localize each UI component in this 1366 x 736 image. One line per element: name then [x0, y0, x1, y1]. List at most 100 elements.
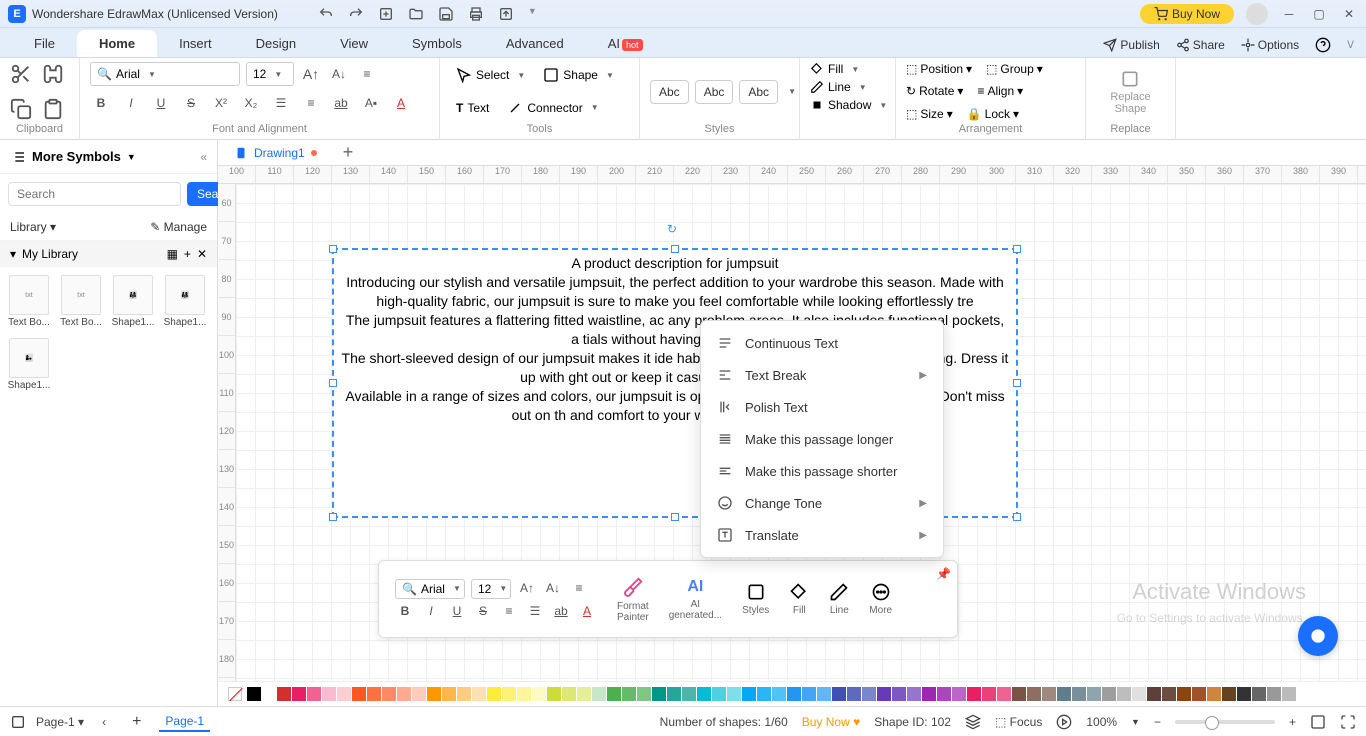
- my-library-header[interactable]: ▾ My Library ▦ + ✕: [0, 241, 217, 267]
- line-button[interactable]: Line▼: [810, 80, 867, 94]
- open-icon[interactable]: [408, 6, 424, 22]
- focus-button[interactable]: ⬚ Focus: [995, 715, 1042, 729]
- color-swatch[interactable]: [1162, 687, 1176, 701]
- more-symbols-label[interactable]: More Symbols: [32, 149, 121, 164]
- color-swatch[interactable]: [502, 687, 516, 701]
- color-swatch[interactable]: [247, 687, 261, 701]
- color-swatch[interactable]: [1102, 687, 1116, 701]
- play-icon[interactable]: [1056, 714, 1072, 730]
- color-swatch[interactable]: [367, 687, 381, 701]
- style-preset-3[interactable]: Abc: [739, 80, 778, 104]
- color-swatch[interactable]: [697, 687, 711, 701]
- color-swatch[interactable]: [352, 687, 366, 701]
- buy-now-button[interactable]: Buy Now: [1140, 4, 1234, 24]
- color-swatch[interactable]: [712, 687, 726, 701]
- replace-shape-button[interactable]: Replace Shape: [1102, 65, 1158, 119]
- fill-button[interactable]: Fill▼: [810, 62, 859, 76]
- shape-thumb[interactable]: 👨‍👩‍👧Shape1...: [164, 275, 206, 328]
- resize-handle[interactable]: [1013, 513, 1021, 521]
- cm-polish-text[interactable]: Polish Text: [701, 391, 943, 423]
- ft-strike-icon[interactable]: S: [473, 602, 493, 620]
- font-name-select[interactable]: 🔍Arial▼: [90, 62, 240, 86]
- color-swatch[interactable]: [847, 687, 861, 701]
- resize-handle[interactable]: [671, 245, 679, 253]
- undo-icon[interactable]: [318, 6, 334, 22]
- ft-fontcolor-icon[interactable]: A: [577, 602, 597, 620]
- avatar[interactable]: [1246, 3, 1268, 25]
- color-swatch[interactable]: [652, 687, 666, 701]
- ft-bullist-icon[interactable]: ☰: [525, 602, 545, 620]
- lib-view-icon[interactable]: ▦: [167, 247, 178, 261]
- style-preset-2[interactable]: Abc: [695, 80, 734, 104]
- ft-more[interactable]: More: [863, 582, 898, 616]
- chat-bubble-button[interactable]: [1298, 616, 1338, 656]
- resize-handle[interactable]: [329, 379, 337, 387]
- cm-longer[interactable]: Make this passage longer: [701, 423, 943, 455]
- color-swatch[interactable]: [577, 687, 591, 701]
- cm-text-break[interactable]: Text Break▶: [701, 359, 943, 391]
- color-swatch[interactable]: [487, 687, 501, 701]
- color-swatch[interactable]: [1147, 687, 1161, 701]
- ft-grow-font-icon[interactable]: A↑: [517, 579, 537, 597]
- align-button[interactable]: ≡ Align▾: [977, 84, 1023, 98]
- color-swatch[interactable]: [817, 687, 831, 701]
- color-swatch[interactable]: [832, 687, 846, 701]
- shape-thumb[interactable]: 👨‍👩‍👧Shape1...: [112, 275, 154, 328]
- color-swatch[interactable]: [322, 687, 336, 701]
- color-swatch[interactable]: [1177, 687, 1191, 701]
- bullet-list-icon[interactable]: ☰: [270, 92, 292, 114]
- zoom-level[interactable]: 100%: [1086, 715, 1117, 729]
- export-icon[interactable]: [498, 6, 514, 22]
- ft-bold-icon[interactable]: B: [395, 602, 415, 620]
- select-tool[interactable]: Select▼: [450, 63, 531, 87]
- pages-icon[interactable]: [10, 714, 26, 730]
- grow-font-icon[interactable]: A↑: [300, 63, 322, 85]
- group-button[interactable]: ⬚ Group▾: [986, 62, 1043, 76]
- maximize-button[interactable]: ▢: [1310, 5, 1328, 23]
- redo-icon[interactable]: [348, 6, 364, 22]
- ft-format-painter[interactable]: Format Painter: [611, 576, 655, 623]
- color-swatch[interactable]: [667, 687, 681, 701]
- color-swatch[interactable]: [967, 687, 981, 701]
- document-tab[interactable]: Drawing1: [218, 142, 333, 164]
- add-tab-button[interactable]: +: [333, 140, 364, 167]
- add-page-icon[interactable]: +: [124, 713, 149, 731]
- color-swatch[interactable]: [1042, 687, 1056, 701]
- color-swatch[interactable]: [382, 687, 396, 701]
- menu-design[interactable]: Design: [234, 30, 318, 57]
- menu-insert[interactable]: Insert: [157, 30, 234, 57]
- color-swatch[interactable]: [517, 687, 531, 701]
- zoom-slider[interactable]: [1175, 720, 1275, 724]
- help-icon[interactable]: [1315, 37, 1331, 53]
- collapse-panel-icon[interactable]: «: [200, 150, 207, 164]
- position-button[interactable]: ⬚ Position▾: [906, 62, 972, 76]
- sb-buynow[interactable]: Buy Now ♥: [802, 715, 861, 729]
- resize-handle[interactable]: [1013, 379, 1021, 387]
- shape-tool[interactable]: Shape▼: [537, 63, 620, 87]
- menu-symbols[interactable]: Symbols: [390, 30, 484, 57]
- layers-icon[interactable]: [965, 714, 981, 730]
- color-swatch[interactable]: [982, 687, 996, 701]
- pin-icon[interactable]: 📌: [936, 567, 951, 581]
- color-swatch[interactable]: [262, 687, 276, 701]
- lib-add-icon[interactable]: +: [184, 247, 191, 261]
- color-swatch[interactable]: [1132, 687, 1146, 701]
- color-swatch[interactable]: [547, 687, 561, 701]
- save-icon[interactable]: [438, 6, 454, 22]
- color-swatch[interactable]: [307, 687, 321, 701]
- shadow-button[interactable]: Shadow▼: [810, 98, 887, 112]
- color-swatch[interactable]: [337, 687, 351, 701]
- color-swatch[interactable]: [622, 687, 636, 701]
- color-swatch[interactable]: [472, 687, 486, 701]
- more-dropdown-icon[interactable]: ▼: [528, 6, 537, 22]
- color-swatch[interactable]: [1027, 687, 1041, 701]
- color-swatch[interactable]: [292, 687, 306, 701]
- color-swatch[interactable]: [1117, 687, 1131, 701]
- color-swatch[interactable]: [892, 687, 906, 701]
- ft-ai-generated[interactable]: AIAI generated...: [663, 578, 728, 621]
- menu-home[interactable]: Home: [77, 30, 157, 57]
- new-icon[interactable]: [378, 6, 394, 22]
- shape-thumb[interactable]: txtText Bo...: [60, 275, 102, 328]
- size-button[interactable]: ⬚ Size▾: [906, 107, 953, 121]
- font-size-select[interactable]: 12▼: [246, 62, 294, 86]
